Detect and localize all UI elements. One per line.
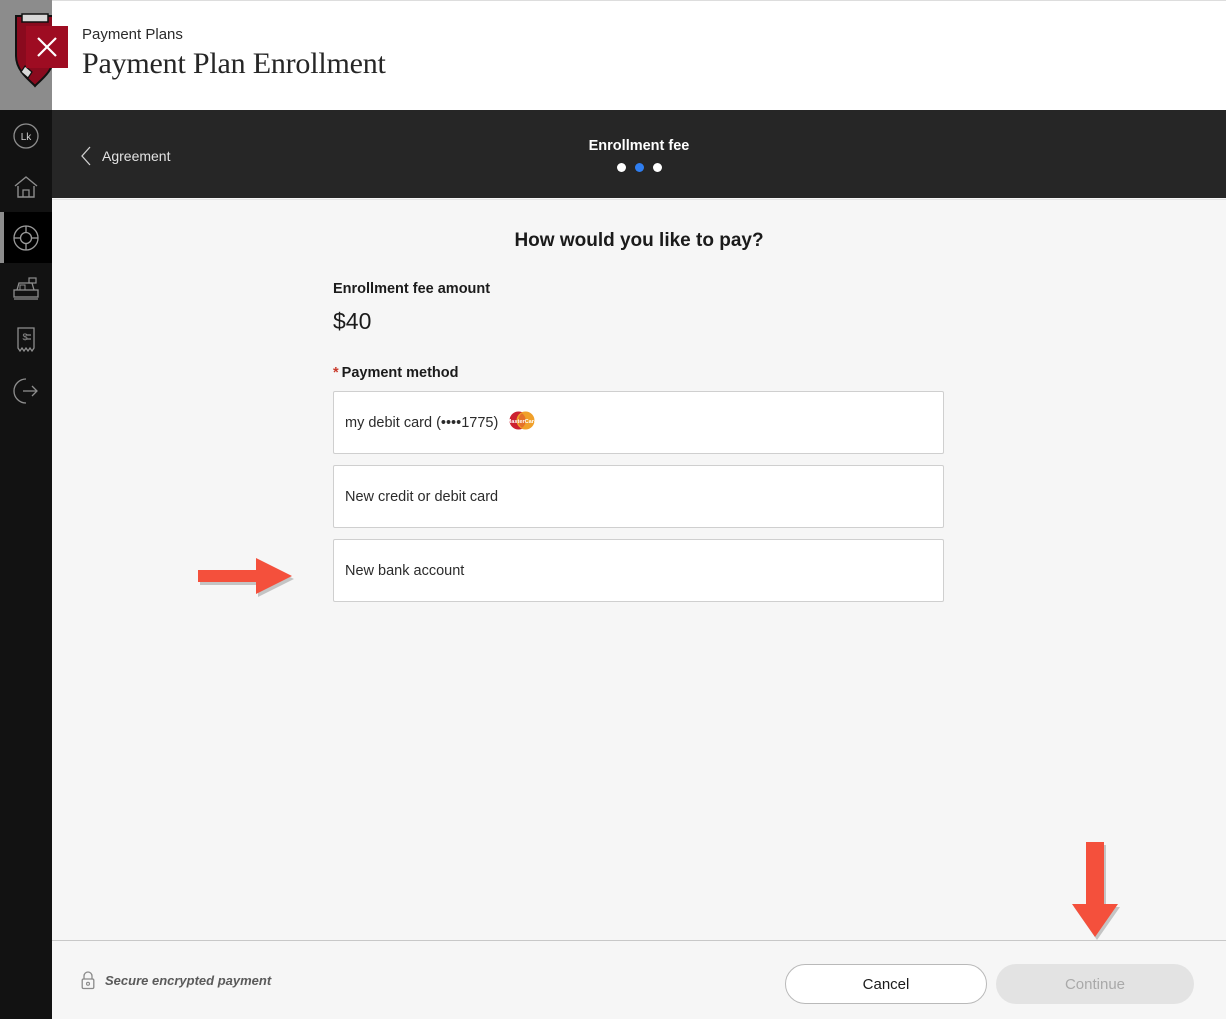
sidebar-nav: Lk $ [0,110,52,416]
step-dots [52,163,1226,172]
sidebar-item-signout[interactable] [0,365,52,416]
step-dot-2[interactable] [634,163,644,172]
svg-text:Lk: Lk [21,132,33,143]
payment-method-label: * Payment method [333,365,459,381]
step-title: Enrollment fee [588,138,690,154]
payment-option-new-card[interactable]: New credit or debit card [333,465,944,528]
page-header: Payment Plans Payment Plan Enrollment [52,0,1226,110]
payment-option-new-bank-account[interactable]: New bank account [333,539,944,602]
payment-method-options: my debit card (••••1775) MasterCard New … [333,391,944,613]
payment-plan-enrollment-page: Lk $ Payment Plans Payment Plan Enrollme… [0,0,1226,1019]
required-marker: * [333,365,339,381]
page-title: Payment Plan Enrollment [82,47,386,80]
main-content: How would you like to pay? Enrollment fe… [52,199,1226,940]
svg-text:$: $ [23,332,28,342]
sidebar: Lk $ [0,0,68,1019]
user-avatar-icon: Lk [13,122,39,149]
step-bar: Agreement Enrollment fee [52,110,1226,198]
continue-button[interactable]: Continue [996,964,1194,1004]
sidebar-item-support[interactable] [0,212,52,263]
sidebar-item-billing[interactable]: $ [0,314,52,365]
close-button[interactable] [26,26,68,68]
content-heading: How would you like to pay? [514,230,764,251]
cancel-button[interactable]: Cancel [785,964,987,1004]
payment-option-label: my debit card (••••1775) [345,414,499,431]
cash-register-icon [13,276,39,300]
payment-option-saved-card[interactable]: my debit card (••••1775) MasterCard [333,391,944,454]
lock-icon [81,971,95,990]
sidebar-item-payments[interactable] [0,263,52,314]
enrollment-fee-label: Enrollment fee amount [333,281,491,297]
mastercard-icon: MasterCard [506,409,539,436]
home-icon [14,175,38,198]
life-ring-icon [13,224,39,251]
payment-method-label-text: Payment method [341,365,459,381]
sidebar-item-home[interactable] [0,161,52,212]
step-indicator: Enrollment fee [52,138,1226,172]
step-dot-1[interactable] [616,163,626,172]
footer: Secure encrypted payment Cancel Continue [52,940,1226,1019]
payment-option-label: New credit or debit card [345,488,499,505]
payment-option-label: New bank account [345,562,465,579]
secure-payment-text: Secure encrypted payment [105,973,272,988]
svg-text:MasterCard: MasterCard [507,419,538,425]
step-dot-3[interactable] [652,163,662,172]
close-icon [37,37,57,57]
sidebar-item-avatar[interactable]: Lk [0,110,52,161]
enrollment-fee-amount: $40 [333,308,372,334]
breadcrumb[interactable]: Payment Plans [82,26,183,43]
receipt-icon: $ [17,326,35,352]
sign-out-icon [13,377,38,404]
secure-payment-note: Secure encrypted payment [80,971,271,990]
